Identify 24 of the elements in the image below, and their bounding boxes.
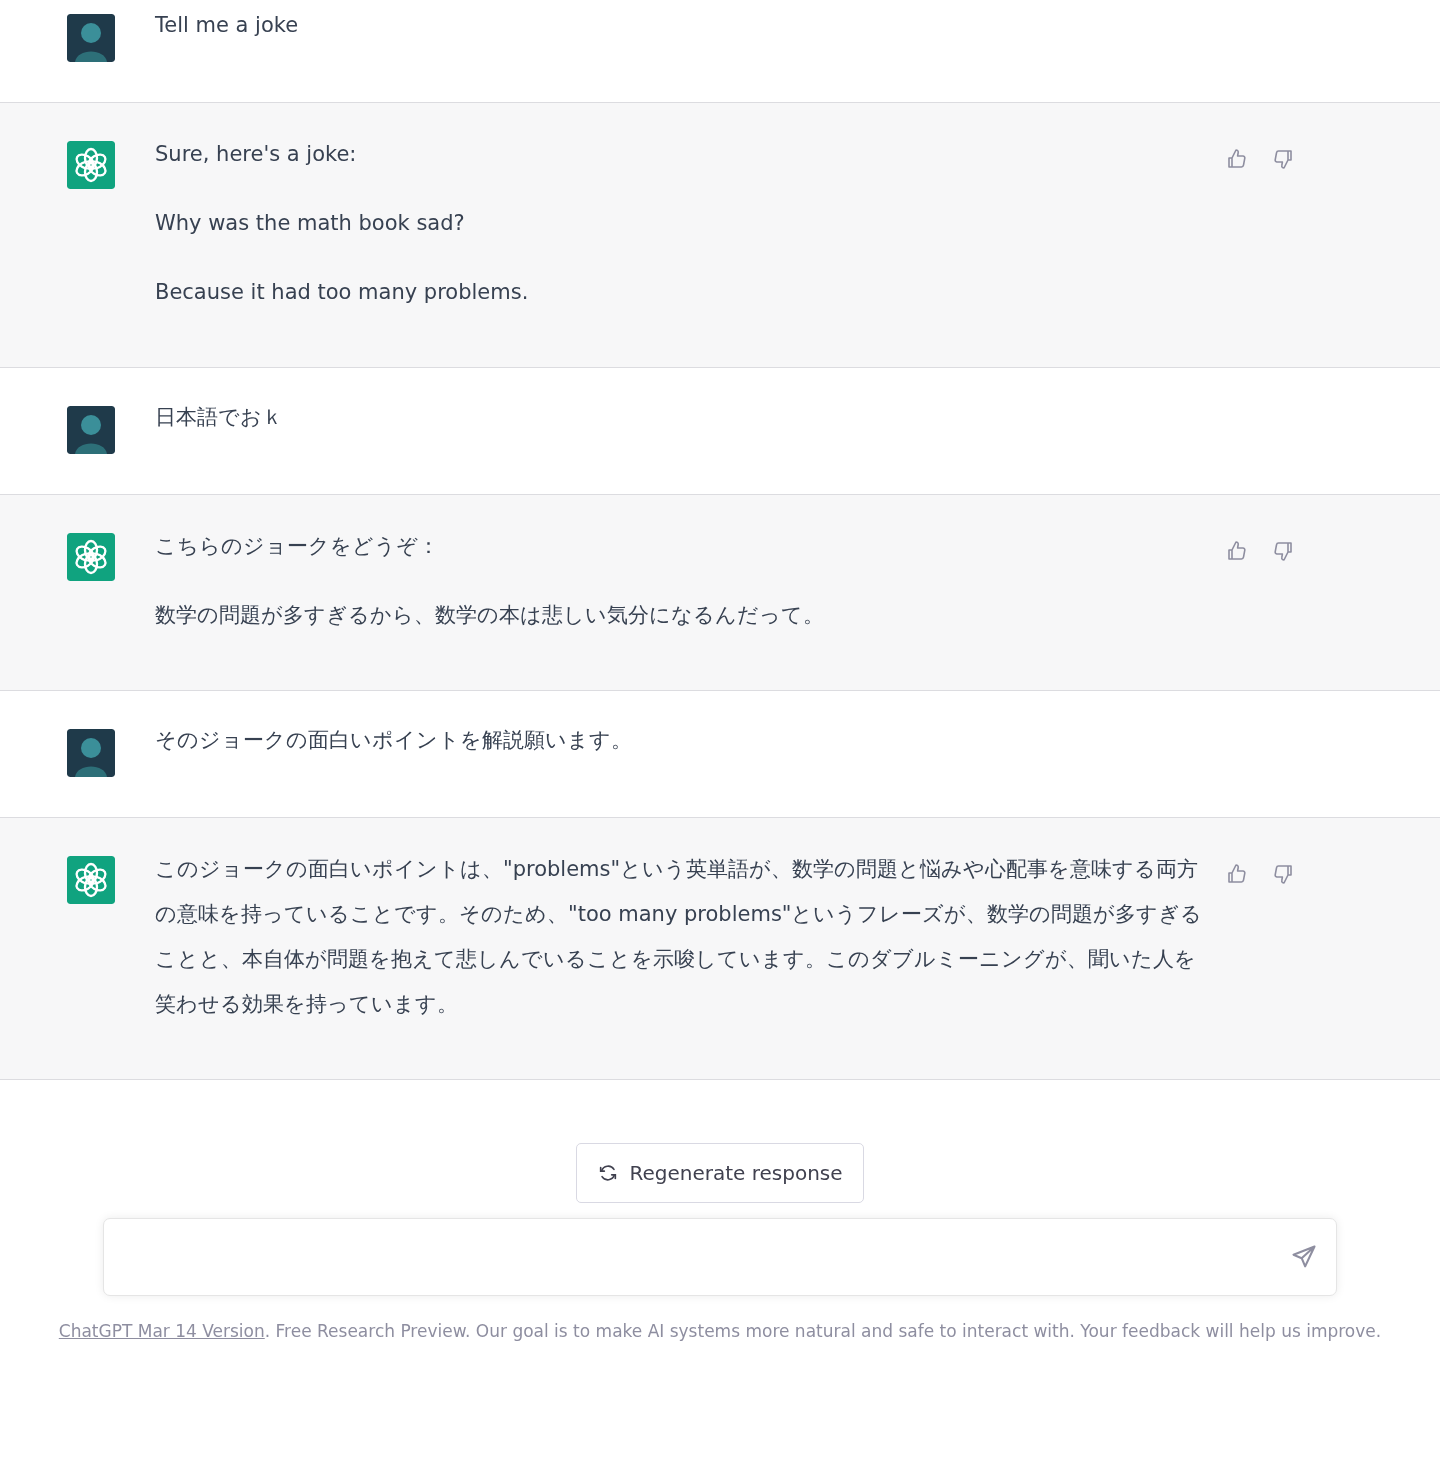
thumbs-down-icon[interactable]	[1271, 862, 1295, 886]
logo-icon	[67, 856, 115, 904]
message-text: Why was the math book sad?	[155, 210, 466, 237]
regenerate-button[interactable]: Regenerate response	[576, 1143, 864, 1203]
avatar-icon	[67, 406, 115, 454]
message-text: そのジョークの面白いポイントを解説願います。	[155, 727, 633, 754]
thumbs-up-icon[interactable]	[1225, 862, 1249, 886]
thumbs-down-icon[interactable]	[1271, 539, 1295, 563]
logo-icon	[67, 533, 115, 581]
message-input-field[interactable]	[103, 1218, 1337, 1296]
message-text: 数学の問題が多すぎるから、数学の本は悲しい気分になるんだって。	[155, 602, 825, 629]
logo-icon	[67, 141, 115, 189]
message-text: Tell me a joke	[155, 12, 300, 39]
message-text: 日本語でおｋ	[155, 404, 284, 431]
avatar-icon	[67, 14, 115, 62]
thumbs-up-icon[interactable]	[1225, 539, 1249, 563]
message-text: Because it had too many problems.	[155, 279, 530, 306]
thumbs-down-icon[interactable]	[1271, 147, 1295, 171]
message-text: Sure, here's a joke:	[155, 141, 358, 168]
message-text: このジョークの面白いポイントは、"problems"という英単語が、数学の問題と悩みや心配事を意味する両方の意味を持っていることです。そのため、"too many problems"というフレーズが、数学の問題が多すぎることと、本自体が問題を抱えて悲しんでいることを示唆しています。このダブルミーニングが、聞いた人を笑わせる効果を持っています。	[155, 856, 1204, 1018]
thumbs-up-icon[interactable]	[1225, 147, 1249, 171]
footer-text: ChatGPT Mar 14 Version. Free Research Preview. Our goal is to make AI systems more natural and safe to interact with. Your feedback will help us improve.	[58, 1321, 1382, 1341]
message-text: こちらのジョークをどうぞ：	[155, 533, 440, 560]
avatar-icon	[67, 729, 115, 777]
